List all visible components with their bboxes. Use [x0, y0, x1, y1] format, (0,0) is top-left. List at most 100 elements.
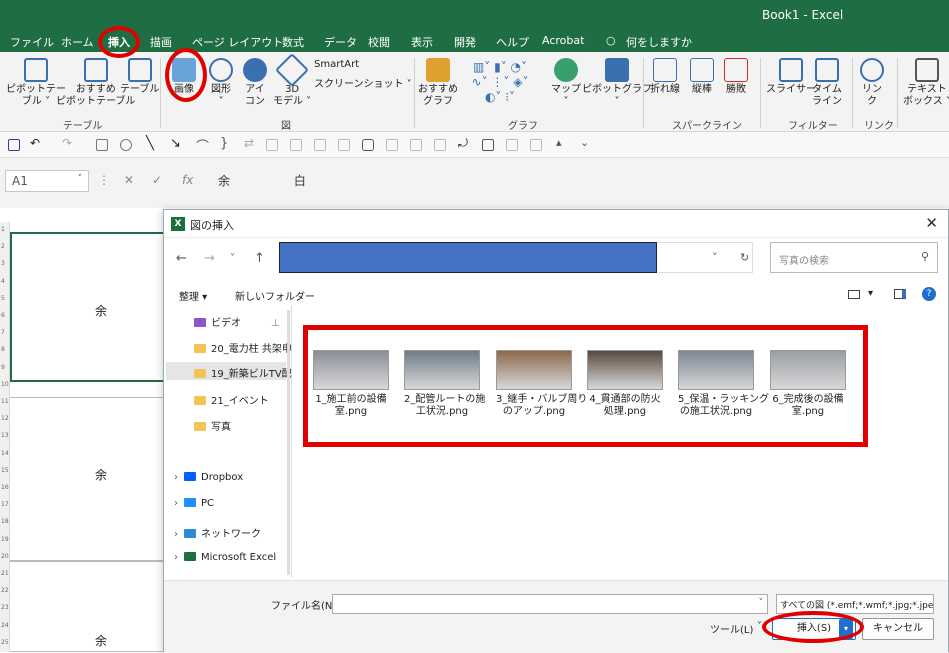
bring-forward-icon[interactable] — [410, 139, 422, 151]
row-number[interactable]: 6 — [1, 312, 5, 319]
recent-locations-icon[interactable]: ˅ — [230, 253, 235, 264]
maps-button[interactable]: マップ ˅ — [551, 58, 581, 108]
address-bar[interactable] — [279, 242, 657, 273]
customize-qat-icon[interactable]: ⌄ — [580, 136, 592, 149]
row-number[interactable]: 25 — [1, 639, 9, 646]
row-number[interactable]: 19 — [1, 536, 9, 543]
row-number[interactable]: 21 — [1, 570, 9, 577]
oval-icon[interactable] — [120, 139, 132, 151]
row-number[interactable]: 14 — [1, 450, 9, 457]
tab-page-layout[interactable]: ページ レイアウト — [192, 34, 283, 50]
nav-pane-scrollbar[interactable] — [287, 310, 290, 575]
timeline-button[interactable]: タイム ライン — [812, 58, 842, 108]
chart-type-buttons[interactable]: ▥˅ ▮˅ ◔˅ ∿˅ ⋮˅ ◈˅ ◐˅ ⁝˅ — [460, 60, 540, 108]
row-number[interactable]: 4 — [1, 278, 5, 285]
forward-icon[interactable]: → — [204, 251, 215, 266]
row-number[interactable]: 22 — [1, 587, 9, 594]
row-number[interactable]: 12 — [1, 415, 9, 422]
tell-me-search[interactable]: 何をしますか — [626, 34, 692, 50]
view-icon[interactable] — [848, 290, 860, 299]
up-icon[interactable]: ↑ — [254, 251, 265, 266]
pointer-icon[interactable]: ▴ — [556, 136, 568, 149]
nav-item-folder[interactable]: 写真 — [194, 418, 231, 433]
row-number[interactable]: 13 — [1, 432, 9, 439]
row-number[interactable]: 9 — [1, 364, 5, 371]
row-number[interactable]: 3 — [1, 260, 5, 267]
row-number[interactable]: 8 — [1, 346, 5, 353]
shape-style-icon[interactable] — [530, 139, 542, 151]
tools-menu[interactable]: ツール(L) — [710, 621, 753, 636]
sparkline-winloss-button[interactable]: 勝敗 — [724, 58, 748, 96]
tab-view[interactable]: 表示 — [411, 34, 433, 50]
search-input[interactable]: 写真の検索 ⚲ — [770, 242, 938, 273]
row-number[interactable]: 2 — [1, 243, 5, 250]
link-button[interactable]: リン ク — [860, 58, 884, 108]
address-dropdown-icon[interactable]: ˅ — [712, 251, 718, 264]
camera-icon[interactable] — [362, 139, 374, 151]
row-number[interactable]: 15 — [1, 467, 9, 474]
tab-file[interactable]: ファイル — [10, 34, 54, 50]
enter-icon[interactable]: ✓ — [152, 173, 162, 187]
shapes-button[interactable]: 図形 ˅ — [209, 58, 233, 108]
new-folder-button[interactable]: 新しいフォルダー — [235, 288, 315, 303]
rotate-icon[interactable]: ⤾ — [458, 136, 470, 150]
text-box-button[interactable]: テキスト ボックス ˅ — [903, 58, 949, 108]
align-icon[interactable] — [314, 139, 326, 151]
resize-icon[interactable] — [482, 139, 494, 151]
save-icon[interactable] — [8, 139, 20, 151]
row-number[interactable]: 16 — [1, 484, 9, 491]
screenshot-button[interactable]: スクリーンショット ˅ — [314, 79, 412, 91]
name-box[interactable]: A1 ˅ — [5, 170, 89, 192]
group-icon[interactable] — [266, 139, 278, 151]
distribute-icon[interactable] — [338, 139, 350, 151]
tab-data[interactable]: データ — [324, 34, 357, 50]
nav-item-dropbox[interactable]: › Dropbox — [174, 472, 243, 483]
sparkline-column-button[interactable]: 縦棒 — [690, 58, 714, 96]
refresh-icon[interactable]: ↻ — [740, 251, 749, 264]
nav-item-pc[interactable]: › PC — [174, 498, 214, 509]
nav-item-folder[interactable]: 20_電力柱 共架申 — [194, 340, 292, 355]
row-number[interactable]: 5 — [1, 295, 5, 302]
send-backward-icon[interactable] — [434, 139, 446, 151]
view-dropdown-icon[interactable]: ▾ — [868, 288, 873, 299]
row-number[interactable]: 7 — [1, 329, 5, 336]
nav-item-excel[interactable]: › Microsoft Excel — [174, 552, 276, 563]
tab-review[interactable]: 校閲 — [368, 34, 390, 50]
cancel-icon[interactable]: ✕ — [124, 173, 134, 187]
rectangle-icon[interactable] — [96, 139, 108, 151]
row-number[interactable]: 17 — [1, 501, 9, 508]
preview-pane-icon[interactable] — [894, 289, 906, 299]
shape-effects-icon[interactable] — [506, 139, 518, 151]
ungroup-icon[interactable] — [290, 139, 302, 151]
3d-models-button[interactable]: 3D モデル ˅ — [273, 53, 311, 108]
organize-button[interactable]: 整理 ▾ — [179, 288, 207, 303]
pivot-chart-button[interactable]: ピボットグラフ ˅ — [582, 58, 652, 108]
row-number[interactable]: 23 — [1, 604, 9, 611]
brace-icon[interactable]: } — [220, 136, 232, 151]
address-bar-tail[interactable] — [658, 242, 753, 273]
tab-developer[interactable]: 開発 — [454, 34, 476, 50]
nav-item-network[interactable]: › ネットワーク — [174, 525, 261, 540]
arrow-icon[interactable]: ↘ — [170, 136, 182, 151]
tab-home[interactable]: ホーム — [61, 34, 94, 50]
close-icon[interactable]: ✕ — [925, 214, 938, 232]
row-number[interactable]: 11 — [1, 398, 9, 405]
row-number[interactable]: 10 — [1, 381, 9, 388]
flip-icon[interactable]: ⇄ — [244, 136, 256, 150]
smartart-button[interactable]: SmartArt — [314, 59, 359, 71]
nav-item-folder-selected[interactable]: 19_新築ビルTV配 — [166, 362, 292, 380]
undo-icon[interactable]: ↶ — [30, 136, 42, 150]
select-objects-icon[interactable] — [386, 139, 398, 151]
tab-formulas[interactable]: 数式 — [282, 34, 304, 50]
tab-acrobat[interactable]: Acrobat — [542, 34, 584, 47]
nav-item-video[interactable]: ビデオ ⊥ — [194, 314, 280, 329]
slicer-button[interactable]: スライサー — [766, 58, 816, 96]
help-icon[interactable]: ? — [922, 287, 936, 301]
recommended-charts-button[interactable]: おすすめ グラフ — [418, 58, 458, 108]
row-number[interactable]: 18 — [1, 518, 9, 525]
tab-draw[interactable]: 描画 — [150, 34, 172, 50]
line-icon[interactable]: ╲ — [146, 136, 158, 151]
row-number[interactable]: 20 — [1, 553, 9, 560]
row-number[interactable]: 24 — [1, 622, 9, 629]
icons-button[interactable]: アイ コン — [243, 58, 267, 108]
